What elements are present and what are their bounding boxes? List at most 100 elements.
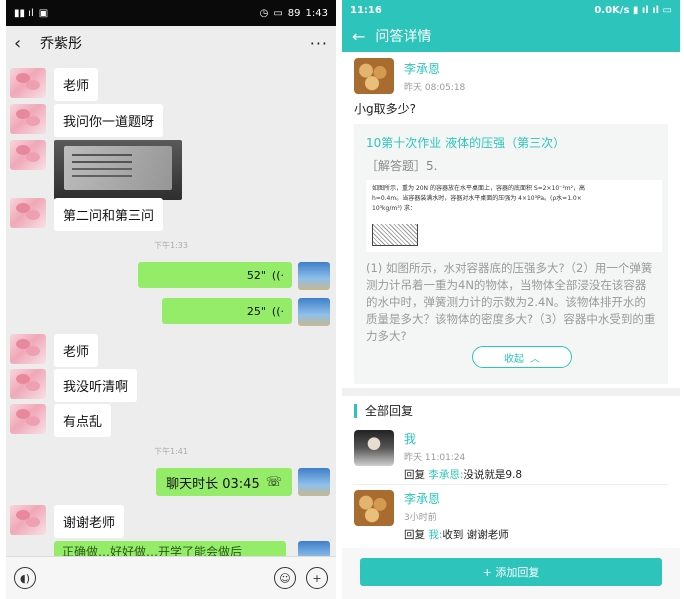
reply-info: 我 昨天 11:01:24 回复 李承恩:没说就是9.8 <box>404 430 522 482</box>
homework-card: 10第十次作业 液体的压强（第三次） ［解答题］5. 如图所示，重为 20N 的… <box>354 124 668 384</box>
message-row: 有点乱 <box>10 404 112 437</box>
message-row: 第二问和第三问 <box>10 198 164 231</box>
message-row-self: 25" ((· <box>162 298 330 326</box>
problem-text: (1) 如图所示，水对容器底的压强多大?（2）用一个弹簧测力计吊着一重为4N的物… <box>366 261 656 343</box>
message-row: 我没听清啊 <box>10 369 138 402</box>
problem-tag: ［解答题］5. <box>366 159 438 173</box>
avatar[interactable] <box>10 505 46 535</box>
problem-scan: 如图所示，重为 20N 的容器放在水平桌面上，容器的底面积 S=2×10⁻²m²… <box>366 180 662 252</box>
avatar[interactable] <box>354 430 394 466</box>
reply-text: 回复 我:收到 谢谢老师 <box>404 527 509 542</box>
avatar[interactable] <box>10 369 46 399</box>
message-row-self: 52" ((· <box>138 262 330 290</box>
author-name[interactable]: 李承恩 <box>404 60 465 77</box>
message-bubble[interactable]: 我没听清啊 <box>54 369 138 402</box>
alarm-icon: ◷ <box>259 7 269 19</box>
network-speed: 0.0K/s <box>594 4 630 16</box>
message-row-self: 聊天时长 03:45 ☏ <box>156 468 330 496</box>
reply-body: 收到 谢谢老师 <box>442 529 509 541</box>
message-row: 谢谢老师 <box>10 505 125 538</box>
more-icon[interactable]: ··· <box>310 34 328 53</box>
call-duration: 聊天时长 03:45 <box>166 476 260 492</box>
message-row <box>10 140 182 200</box>
avatar[interactable] <box>354 490 394 526</box>
chat-header: ‹ 乔紫彤 ··· <box>6 26 336 60</box>
message-bubble[interactable]: 谢谢老师 <box>54 505 125 538</box>
plus-icon[interactable]: + <box>306 567 328 589</box>
signal-icon: ▮▮ ıl <box>14 7 34 19</box>
avatar[interactable] <box>10 404 46 434</box>
status-bar: 11:16 0.0K/s ▮ ıl ıl ▭ <box>342 0 680 20</box>
chat-screen: ▮▮ ıl ▣ ◷ ▭ 89 1:43 ‹ 乔紫彤 ··· 老师 我问你一道题呀 <box>6 0 336 599</box>
back-icon[interactable]: ‹ <box>14 33 36 54</box>
time-divider: 下午1:41 <box>154 447 188 456</box>
avatar[interactable] <box>298 262 330 290</box>
voice-message[interactable]: 52" ((· <box>138 262 292 288</box>
replies-header: 全部回复 <box>342 402 680 419</box>
scan-line: 如图所示，重为 20N 的容器放在水平桌面上，容器的底面积 S=2×10⁻²m²… <box>372 185 585 192</box>
section-divider <box>342 388 680 396</box>
reply-time: 3小时前 <box>404 513 437 523</box>
reply-item: 李承恩 3小时前 回复 我:收到 谢谢老师 <box>354 490 668 542</box>
add-reply-button[interactable]: + 添加回复 <box>360 558 662 586</box>
reply-body: 没说就是9.8 <box>463 469 523 481</box>
collapse-label: 收起 <box>504 353 524 365</box>
reply-item: 我 昨天 11:01:24 回复 李承恩:没说就是9.8 <box>354 430 668 482</box>
reply-info: 李承恩 3小时前 回复 我:收到 谢谢老师 <box>404 490 509 542</box>
input-actions: ☺ + <box>274 567 328 589</box>
reply-target[interactable]: 我: <box>428 529 442 541</box>
avatar[interactable] <box>10 68 46 98</box>
contact-name: 乔紫彤 <box>40 36 82 52</box>
question-author: 李承恩 昨天 08:05:18 <box>354 58 668 94</box>
reply-divider <box>354 484 668 485</box>
chat-input-bar: ◖) ☺ + <box>6 556 336 599</box>
voice-input-icon[interactable]: ◖) <box>14 567 36 589</box>
message-bubble[interactable]: 第二问和第三问 <box>54 198 164 231</box>
back-arrow-icon[interactable]: ← <box>352 27 365 46</box>
question-block: 李承恩 昨天 08:05:18 小g取多少? <box>342 52 680 117</box>
reply-time: 昨天 11:01:24 <box>404 453 466 463</box>
battery-level: 89 <box>287 7 301 19</box>
qa-detail-screen: 11:16 0.0K/s ▮ ıl ıl ▭ ← 问答详情 李承恩 昨天 08:… <box>342 0 680 599</box>
image-message[interactable] <box>54 140 182 200</box>
time-divider: 下午1:33 <box>154 241 188 250</box>
homework-photo <box>64 146 172 190</box>
avatar[interactable] <box>10 334 46 364</box>
message-row: 老师 <box>10 68 99 101</box>
message-bubble[interactable]: 老师 <box>54 334 99 367</box>
scan-line: 10³kg/m³) 求： <box>372 205 416 212</box>
question-text: 小g取多少? <box>354 102 416 116</box>
reply-prefix: 回复 <box>404 469 425 481</box>
reply-author[interactable]: 李承恩 <box>404 490 509 507</box>
signal-icon: ▮ ıl ıl ▭ <box>632 4 672 16</box>
app-icon: ▣ <box>38 7 49 19</box>
avatar[interactable] <box>10 198 46 228</box>
voice-duration: 25" <box>246 304 266 318</box>
reply-target[interactable]: 李承恩: <box>428 469 463 481</box>
status-time: 1:43 <box>305 7 328 19</box>
page-title: 问答详情 <box>375 29 432 45</box>
status-bar: ▮▮ ıl ▣ ◷ ▭ 89 1:43 <box>6 0 336 26</box>
reply-text: 回复 李承恩:没说就是9.8 <box>404 467 522 482</box>
replies-title: 全部回复 <box>365 404 414 418</box>
avatar[interactable] <box>10 140 46 170</box>
avatar[interactable] <box>354 58 394 94</box>
author-info: 李承恩 昨天 08:05:18 <box>404 60 465 93</box>
avatar[interactable] <box>298 468 330 496</box>
status-time: 11:16 <box>350 4 382 16</box>
reply-author[interactable]: 我 <box>404 430 522 447</box>
avatar[interactable] <box>298 298 330 326</box>
qa-header: ← 问答详情 <box>342 20 680 52</box>
message-bubble[interactable]: 有点乱 <box>54 404 112 437</box>
message-bubble[interactable]: 老师 <box>54 68 99 101</box>
collapse-button[interactable]: 收起 ︿ <box>472 346 572 368</box>
call-record-bubble[interactable]: 聊天时长 03:45 ☏ <box>156 468 292 496</box>
message-row: 我问你一道题呀 <box>10 104 164 137</box>
avatar[interactable] <box>10 104 46 134</box>
emoji-icon[interactable]: ☺ <box>274 567 296 589</box>
message-input[interactable] <box>46 566 264 590</box>
voice-wave-icon: ((· <box>271 268 284 282</box>
homework-title[interactable]: 10第十次作业 液体的压强（第三次） <box>366 134 656 151</box>
voice-message[interactable]: 25" ((· <box>162 298 292 324</box>
message-bubble[interactable]: 我问你一道题呀 <box>54 104 164 137</box>
